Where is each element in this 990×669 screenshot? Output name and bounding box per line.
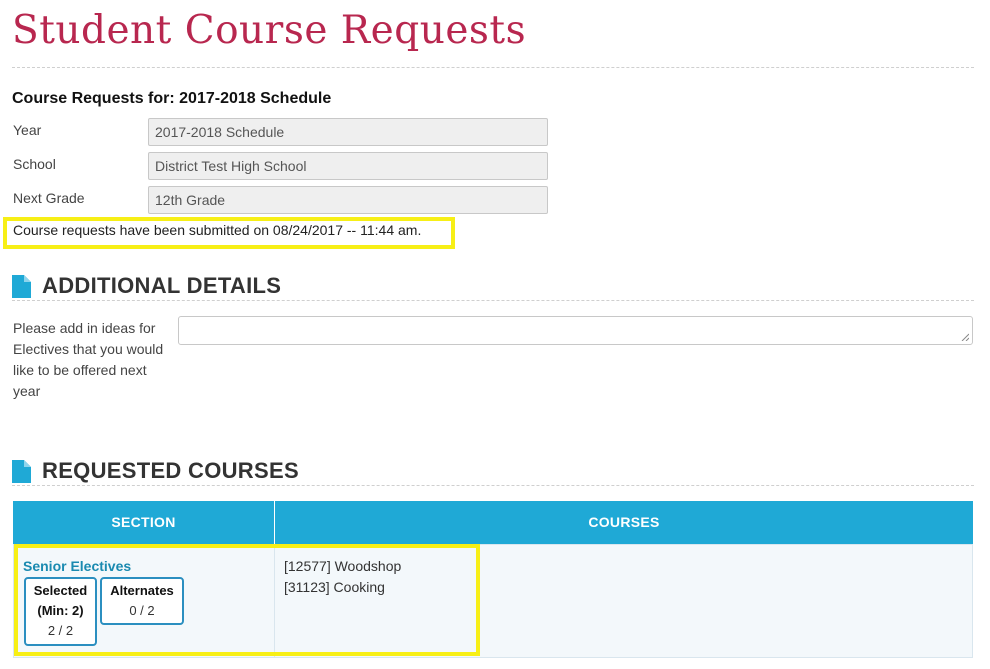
school-field: District Test High School <box>148 152 548 180</box>
electives-ideas-label: Please add in ideas for Electives that y… <box>13 320 164 399</box>
resize-handle-icon[interactable] <box>961 333 969 341</box>
submitted-status: Course requests have been submitted on 0… <box>13 222 422 238</box>
column-header-section: SECTION <box>13 501 274 544</box>
next-grade-label: Next Grade <box>13 190 85 206</box>
document-icon <box>12 274 31 298</box>
column-header-courses: COURSES <box>275 501 973 544</box>
courses-highlight <box>14 544 480 656</box>
electives-ideas-textarea[interactable] <box>178 316 973 345</box>
next-grade-field: 12th Grade <box>148 186 548 214</box>
year-field: 2017-2018 Schedule <box>148 118 548 146</box>
title-divider <box>12 67 974 68</box>
year-label: Year <box>13 122 42 138</box>
requested-courses-divider <box>12 485 974 486</box>
school-label: School <box>13 156 56 172</box>
additional-details-heading: ADDITIONAL DETAILS <box>12 273 281 299</box>
requested-courses-heading: REQUESTED COURSES <box>12 458 299 484</box>
additional-details-divider <box>12 300 974 301</box>
course-requests-heading: Course Requests for: 2017-2018 Schedule <box>12 90 332 107</box>
additional-details-title: ADDITIONAL DETAILS <box>42 273 282 298</box>
requested-courses-title: REQUESTED COURSES <box>42 458 299 483</box>
document-icon <box>12 459 31 483</box>
page-title: Student Course Requests <box>12 8 527 53</box>
